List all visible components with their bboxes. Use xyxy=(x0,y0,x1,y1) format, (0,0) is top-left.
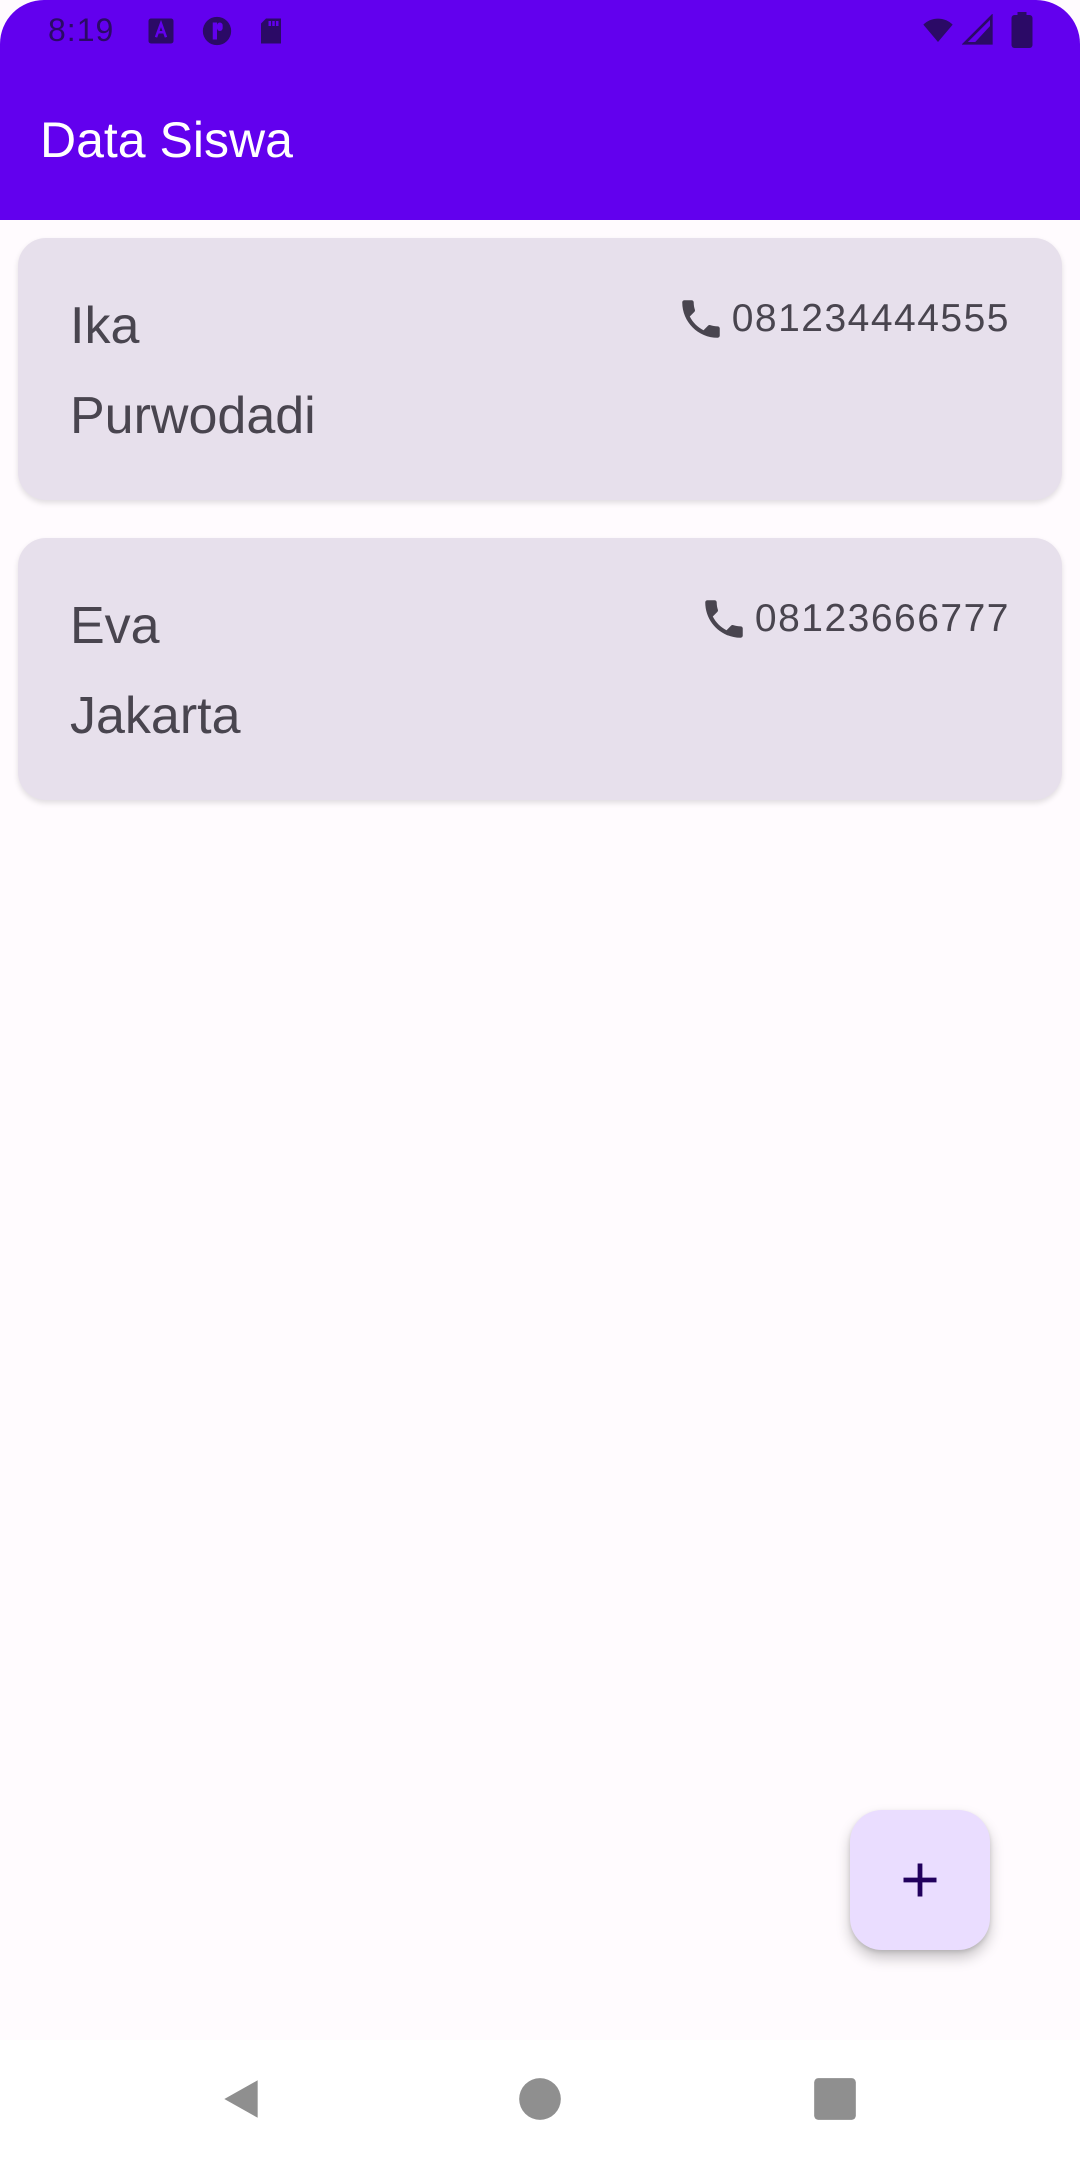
student-card[interactable]: Ika Purwodadi 081234444555 xyxy=(18,238,1062,500)
student-city: Jakarta xyxy=(70,687,241,745)
phone-number: 081234444555 xyxy=(731,297,1010,340)
cell-signal-icon xyxy=(962,14,993,45)
home-icon[interactable] xyxy=(515,2074,565,2124)
back-icon[interactable] xyxy=(216,2074,266,2124)
game-controller-icon xyxy=(202,16,232,46)
top-app-area: 8:19 Data Siswa xyxy=(0,0,1080,220)
phone-number: 08123666777 xyxy=(754,597,1010,640)
phone-icon xyxy=(681,300,720,338)
recents-icon[interactable] xyxy=(810,2074,860,2124)
app-bar-title: Data Siswa xyxy=(40,112,293,168)
screen: 8:19 Data Siswa Ika Purwodadi 0812344445… xyxy=(0,0,1080,2160)
system-nav-bar xyxy=(0,2040,1080,2160)
battery-icon xyxy=(1011,12,1033,48)
sd-card-icon xyxy=(261,18,281,44)
student-city: Purwodadi xyxy=(70,387,316,445)
student-name: Eva xyxy=(70,597,160,655)
status-time: 8:19 xyxy=(48,12,115,48)
student-phone: 081234444555 xyxy=(676,294,1010,344)
wifi-icon xyxy=(923,18,953,42)
student-phone: 08123666777 xyxy=(699,594,1010,644)
add-student-button[interactable] xyxy=(850,1810,990,1950)
add-icon xyxy=(903,1863,937,1897)
font-a-icon xyxy=(148,18,174,44)
student-list: Ika Purwodadi 081234444555 Eva Jakarta 0… xyxy=(18,238,1062,838)
phone-icon xyxy=(705,600,743,638)
student-card[interactable]: Eva Jakarta 08123666777 xyxy=(18,538,1062,800)
status-bar: 8:19 xyxy=(0,0,1080,62)
student-name: Ika xyxy=(70,297,140,355)
